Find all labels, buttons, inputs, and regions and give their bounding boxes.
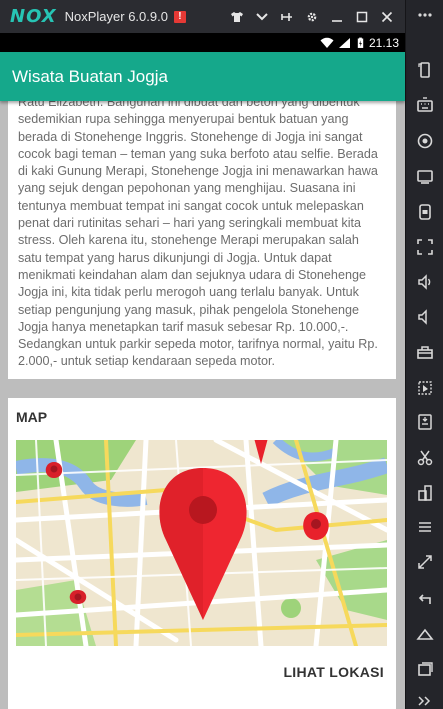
macro-record-icon[interactable] (406, 373, 443, 403)
scissors-icon[interactable] (406, 443, 443, 473)
emulator-titlebar: NOX NoxPlayer 6.0.9.0 ! (0, 0, 405, 33)
android-statusbar: 21.13 (0, 33, 405, 52)
maximize-icon[interactable] (349, 4, 374, 29)
more-options-icon[interactable] (406, 0, 443, 30)
close-icon[interactable] (374, 4, 399, 29)
recent-apps-icon[interactable] (406, 654, 443, 684)
map-illustration[interactable] (16, 440, 387, 646)
pin-window-icon[interactable] (274, 4, 299, 29)
emulator-sidebar (405, 0, 443, 709)
signal-icon (338, 37, 350, 48)
apk-install-icon[interactable] (406, 197, 443, 227)
expand-sidebar-icon[interactable] (406, 686, 443, 709)
volume-down-icon[interactable] (406, 302, 443, 332)
home-icon[interactable] (406, 619, 443, 649)
fullscreen-icon[interactable] (406, 232, 443, 262)
minimize-icon[interactable] (324, 4, 349, 29)
gear-icon[interactable] (299, 4, 324, 29)
titlebar-controls (224, 4, 399, 29)
view-location-button[interactable]: LIHAT LOKASI (283, 664, 384, 680)
notification-badge[interactable]: ! (173, 10, 186, 23)
description-text: Ratu Elizabeth. Bangunan ini dibuat dari… (18, 101, 378, 369)
nox-logo: NOX (10, 6, 57, 27)
resize-icon[interactable] (406, 547, 443, 577)
screen-icon[interactable] (406, 162, 443, 192)
emulator-window: NOX NoxPlayer 6.0.9.0 ! 21.13 Wisata Bua… (0, 0, 443, 709)
multi-instance-icon[interactable] (406, 478, 443, 508)
toolbox-icon[interactable] (406, 337, 443, 367)
app-actionbar: Wisata Buatan Jogja (0, 52, 405, 101)
battery-icon (357, 37, 364, 48)
apk-icon[interactable] (406, 407, 443, 437)
phone-rotate-icon[interactable] (406, 55, 443, 85)
shirt-icon[interactable] (224, 4, 249, 29)
emulator-title: NoxPlayer 6.0.9.0 (64, 9, 168, 24)
back-icon[interactable] (406, 584, 443, 614)
map-card: MAP LIHAT LOKASI (8, 398, 396, 709)
menu-icon[interactable] (406, 512, 443, 542)
map-title: MAP (16, 409, 48, 425)
map-image (16, 440, 387, 646)
content-scroll-area[interactable]: Ratu Elizabeth. Bangunan ini dibuat dari… (0, 101, 405, 709)
keyboard-icon[interactable] (406, 90, 443, 120)
app-title: Wisata Buatan Jogja (12, 66, 168, 86)
chevron-down-icon[interactable] (249, 4, 274, 29)
status-time: 21.13 (368, 35, 399, 50)
wifi-icon (320, 37, 334, 48)
description-card: Ratu Elizabeth. Bangunan ini dibuat dari… (8, 101, 396, 379)
location-icon[interactable] (406, 126, 443, 156)
volume-up-icon[interactable] (406, 267, 443, 297)
